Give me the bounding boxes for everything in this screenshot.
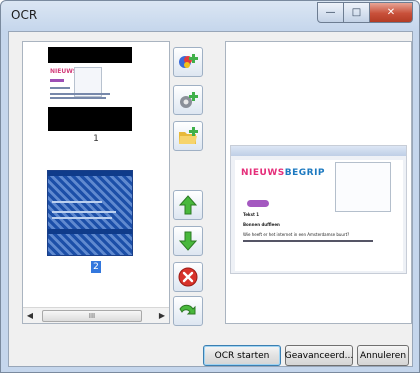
window-title: OCR	[11, 8, 38, 22]
page-thumbnail-1[interactable]: NIEUWS	[48, 47, 132, 131]
maximize-icon: □	[351, 7, 362, 18]
scan-add-icon	[179, 54, 198, 68]
rotate-button[interactable]	[173, 296, 203, 326]
dialog-body: NIEUWS 1 2 ◀ III ▶ NIEUWSBEGRIP Tekst 1 …	[8, 31, 413, 367]
move-up-icon	[178, 195, 198, 215]
scrollbar-thumb[interactable]: III	[42, 310, 142, 322]
caption-buttons: — □ ✕	[317, 2, 413, 23]
close-icon: ✕	[386, 7, 396, 18]
page-thumbnail-list[interactable]: NIEUWS 1 2 ◀ III ▶	[22, 41, 170, 324]
thumbnail-label-1: 1	[93, 134, 99, 144]
thumbnail-label-2: 2	[91, 261, 101, 273]
open-folder-icon	[179, 127, 198, 144]
minimize-button[interactable]: —	[317, 2, 344, 23]
minimize-icon: —	[325, 7, 336, 18]
horizontal-scrollbar[interactable]: ◀ III ▶	[23, 307, 169, 323]
preview-image: NIEUWSBEGRIP Tekst 1 Bonnen duffleen Wie…	[230, 145, 407, 274]
open-file-button[interactable]	[173, 121, 203, 151]
ocr-start-button[interactable]: OCR starten	[203, 345, 281, 366]
move-down-button[interactable]	[173, 226, 203, 256]
cancel-button[interactable]: Annuleren	[357, 345, 409, 366]
ocr-dialog: OCR — □ ✕ NIEUWS 1 2 ◀ III ▶ NIEUWSBEGRI…	[0, 0, 420, 373]
rotate-icon	[179, 304, 196, 315]
page-preview-pane: NIEUWSBEGRIP Tekst 1 Bonnen duffleen Wie…	[225, 41, 412, 324]
delete-button[interactable]	[173, 262, 203, 292]
advanced-button[interactable]: Geavanceerd...	[285, 345, 353, 366]
maximize-button[interactable]: □	[344, 2, 370, 23]
move-down-icon	[178, 231, 198, 251]
scanner-settings-icon	[180, 92, 198, 108]
scan-add-button[interactable]	[173, 47, 203, 77]
scroll-left-icon[interactable]: ◀	[23, 308, 37, 323]
scanner-settings-button[interactable]	[173, 85, 203, 115]
page-thumbnail-2[interactable]	[47, 170, 133, 256]
title-bar: OCR — □ ✕	[1, 1, 419, 31]
scroll-right-icon[interactable]: ▶	[155, 308, 169, 323]
move-up-button[interactable]	[173, 190, 203, 220]
close-button[interactable]: ✕	[370, 2, 413, 23]
delete-icon	[178, 267, 198, 287]
preview-logo: NIEUWSBEGRIP	[241, 168, 326, 178]
